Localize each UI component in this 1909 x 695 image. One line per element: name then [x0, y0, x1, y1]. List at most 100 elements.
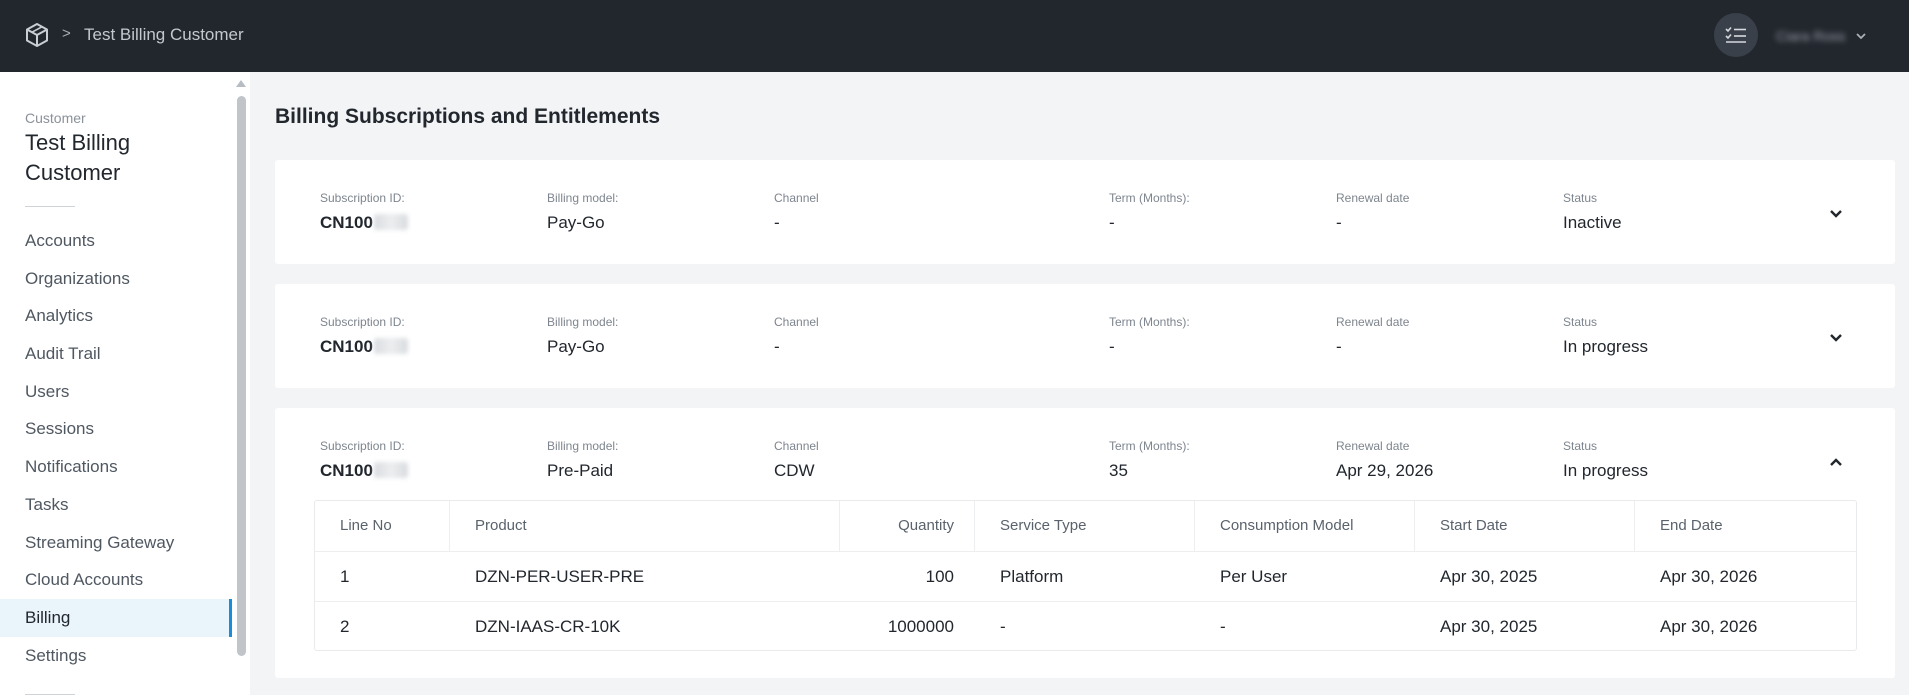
channel-field: Channel -	[774, 315, 819, 357]
top-bar: > Test Billing Customer Ciara Ross	[0, 0, 1909, 72]
term-label: Term (Months):	[1109, 439, 1190, 453]
expand-subscription-button[interactable]	[1824, 202, 1848, 226]
column-header-line-no: Line No	[340, 517, 392, 534]
term-field: Term (Months): -	[1109, 191, 1190, 233]
channel-field: Channel -	[774, 191, 819, 233]
cell-quantity: 100	[925, 567, 954, 586]
channel-value: -	[774, 337, 780, 356]
term-label: Term (Months):	[1109, 315, 1190, 329]
table-row: 1 DZN-PER-USER-PRE 100 Platform Per User…	[315, 551, 1856, 601]
sidebar-item-cloud-accounts[interactable]: Cloud Accounts	[0, 561, 232, 599]
billing-model-value: Pay-Go	[547, 213, 605, 232]
status-field: Status In progress	[1563, 439, 1648, 481]
channel-label: Channel	[774, 191, 819, 205]
renewal-date-value: Apr 29, 2026	[1336, 461, 1434, 480]
channel-label: Channel	[774, 315, 819, 329]
user-name: Ciara Ross	[1776, 28, 1846, 44]
term-value: 35	[1109, 461, 1128, 480]
table-header-row: Line No Product Quantity Service Type Co…	[315, 501, 1856, 551]
status-label: Status	[1563, 191, 1598, 205]
expand-subscription-button[interactable]	[1824, 326, 1848, 350]
tasks-button[interactable]	[1714, 13, 1758, 57]
subscription-id-field: Subscription ID: CN100	[320, 315, 408, 357]
column-header-start-date: Start Date	[1440, 517, 1508, 534]
sidebar-item-accounts[interactable]: Accounts	[0, 222, 232, 260]
subscription-card: Subscription ID: CN100 Billing model: Pa…	[275, 284, 1895, 388]
scrollbar-thumb[interactable]	[237, 96, 246, 656]
subscription-id-label: Subscription ID:	[320, 315, 405, 329]
column-header-end-date: End Date	[1660, 517, 1723, 534]
subscription-id-value: CN100	[320, 213, 408, 233]
scroll-up-arrow-icon[interactable]	[236, 80, 246, 87]
chevron-down-icon	[1830, 210, 1842, 218]
term-label: Term (Months):	[1109, 191, 1190, 205]
table-row: 2 DZN-IAAS-CR-10K 1000000 - - Apr 30, 20…	[315, 601, 1856, 651]
subscription-id-prefix: CN100	[320, 213, 373, 232]
renewal-date-field: Renewal date -	[1336, 191, 1409, 233]
column-header-consumption-model: Consumption Model	[1220, 517, 1354, 534]
billing-model-value: Pre-Paid	[547, 461, 614, 480]
sidebar-item-billing[interactable]: Billing	[0, 598, 232, 637]
channel-value: -	[774, 213, 780, 232]
chevron-up-icon	[1830, 458, 1842, 466]
sidebar-item-tasks[interactable]: Tasks	[0, 486, 232, 524]
billing-model-label: Billing model:	[547, 439, 619, 453]
sidebar-item-streaming-gateway[interactable]: Streaming Gateway	[0, 524, 232, 562]
billing-model-field: Billing model: Pay-Go	[547, 315, 618, 357]
subscription-id-prefix: CN100	[320, 337, 373, 356]
page-title: Billing Subscriptions and Entitlements	[275, 105, 661, 128]
cell-service-type: -	[1000, 617, 1006, 636]
column-divider	[974, 501, 975, 551]
renewal-date-label: Renewal date	[1336, 191, 1410, 205]
redacted-digits	[373, 462, 408, 478]
column-divider	[1194, 501, 1195, 551]
billing-model-value: Pay-Go	[547, 337, 605, 356]
sidebar-nav: Accounts Organizations Analytics Audit T…	[0, 222, 232, 674]
billing-model-field: Billing model: Pre-Paid	[547, 439, 618, 481]
channel-field: Channel CDW	[774, 439, 819, 481]
sidebar-customer-name: Test Billing Customer	[25, 130, 131, 185]
subscription-id-field: Subscription ID: CN100	[320, 191, 408, 233]
status-field: Status In progress	[1563, 315, 1648, 357]
sidebar-item-notifications[interactable]: Notifications	[0, 448, 232, 486]
redacted-digits	[373, 214, 408, 230]
redacted-digits	[373, 338, 408, 354]
cell-service-type: Platform	[1000, 567, 1064, 586]
status-value: In progress	[1563, 461, 1649, 480]
sidebar-item-settings[interactable]: Settings	[0, 637, 232, 675]
cube-logo-icon[interactable]	[24, 22, 50, 48]
renewal-date-value: -	[1336, 213, 1342, 232]
collapse-subscription-button[interactable]	[1824, 450, 1848, 474]
sidebar-divider	[25, 206, 75, 207]
cell-start-date: Apr 30, 2025	[1440, 617, 1538, 636]
subscription-id-value: CN100	[320, 461, 408, 481]
user-menu[interactable]: Ciara Ross	[1776, 25, 1867, 47]
status-label: Status	[1563, 315, 1598, 329]
cell-product: DZN-PER-USER-PRE	[475, 567, 645, 586]
cell-product: DZN-IAAS-CR-10K	[475, 617, 621, 636]
sidebar-scrollbar[interactable]	[236, 80, 246, 660]
renewal-date-field: Renewal date Apr 29, 2026	[1336, 439, 1433, 481]
channel-label: Channel	[774, 439, 819, 453]
term-field: Term (Months): 35	[1109, 439, 1190, 481]
subscription-id-value: CN100	[320, 337, 408, 357]
column-divider	[1634, 501, 1635, 551]
cell-consumption-model: Per User	[1220, 567, 1288, 586]
sidebar-item-sessions[interactable]: Sessions	[0, 410, 232, 448]
status-label: Status	[1563, 439, 1598, 453]
chevron-down-icon	[1830, 334, 1842, 342]
subscription-id-label: Subscription ID:	[320, 191, 405, 205]
column-header-product: Product	[475, 517, 527, 534]
sidebar-item-organizations[interactable]: Organizations	[0, 260, 232, 298]
sidebar-item-analytics[interactable]: Analytics	[0, 297, 232, 335]
subscription-id-field: Subscription ID: CN100	[320, 439, 408, 481]
term-value: -	[1109, 213, 1115, 232]
column-divider	[449, 501, 450, 551]
sidebar-item-audit-trail[interactable]: Audit Trail	[0, 335, 232, 373]
billing-model-label: Billing model:	[547, 315, 619, 329]
breadcrumb-customer-title[interactable]: Test Billing Customer	[84, 25, 244, 45]
column-header-quantity: Quantity	[898, 517, 954, 534]
subscription-id-prefix: CN100	[320, 461, 373, 480]
sidebar-item-users[interactable]: Users	[0, 373, 232, 411]
cell-end-date: Apr 30, 2026	[1660, 617, 1758, 636]
